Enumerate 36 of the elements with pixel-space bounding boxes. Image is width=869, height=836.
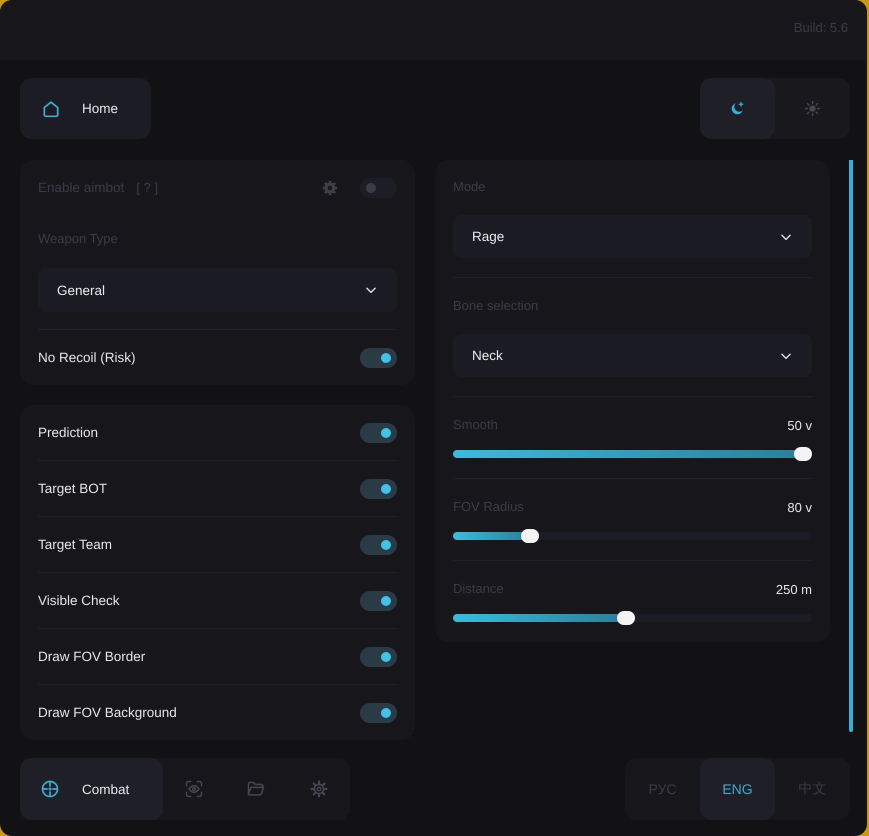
scrollbar[interactable] (849, 160, 853, 732)
toggle-switch[interactable] (360, 422, 397, 442)
language-tab[interactable]: ENG (700, 758, 775, 820)
setting-label: Target BOT (38, 481, 108, 496)
setting-label: Draw FOV Background (38, 705, 177, 720)
slider-track[interactable] (453, 447, 812, 461)
slider-track[interactable] (453, 529, 812, 543)
setting-label: Target Team (38, 537, 112, 552)
toggle-switch[interactable] (360, 478, 397, 498)
slider-thumb[interactable] (521, 529, 540, 543)
setting-label: No Recoil (Risk) (38, 350, 136, 365)
slider-thumb[interactable] (794, 447, 812, 461)
home-button[interactable]: Home (20, 78, 151, 139)
eye-icon (184, 779, 204, 799)
dropdown[interactable]: Neck (453, 334, 812, 377)
slider-value: 250 m (776, 582, 812, 596)
crosshair-icon (40, 779, 60, 799)
nav-tab[interactable]: Combat (20, 758, 163, 820)
toggle-switch[interactable] (360, 590, 397, 610)
toggle-switch[interactable] (360, 348, 397, 368)
dropdown[interactable]: General (38, 268, 397, 312)
moon-icon (729, 100, 746, 117)
toggle-switch[interactable] (360, 646, 397, 666)
slider-thumb[interactable] (616, 611, 635, 625)
slider-track[interactable] (453, 611, 812, 625)
sun-icon (804, 100, 821, 117)
setting-label: Visible Check (38, 593, 120, 608)
slider-value: 50 v (787, 418, 812, 432)
settings-icon (308, 779, 329, 799)
toggle-switch[interactable] (360, 534, 397, 554)
toggle-switch[interactable] (360, 702, 397, 722)
home-icon (41, 98, 61, 118)
dropdown[interactable]: Rage (453, 215, 812, 258)
slider-value: 80 v (787, 500, 812, 514)
setting-label: Prediction (38, 425, 98, 440)
setting-label: Draw FOV Border (38, 649, 146, 664)
